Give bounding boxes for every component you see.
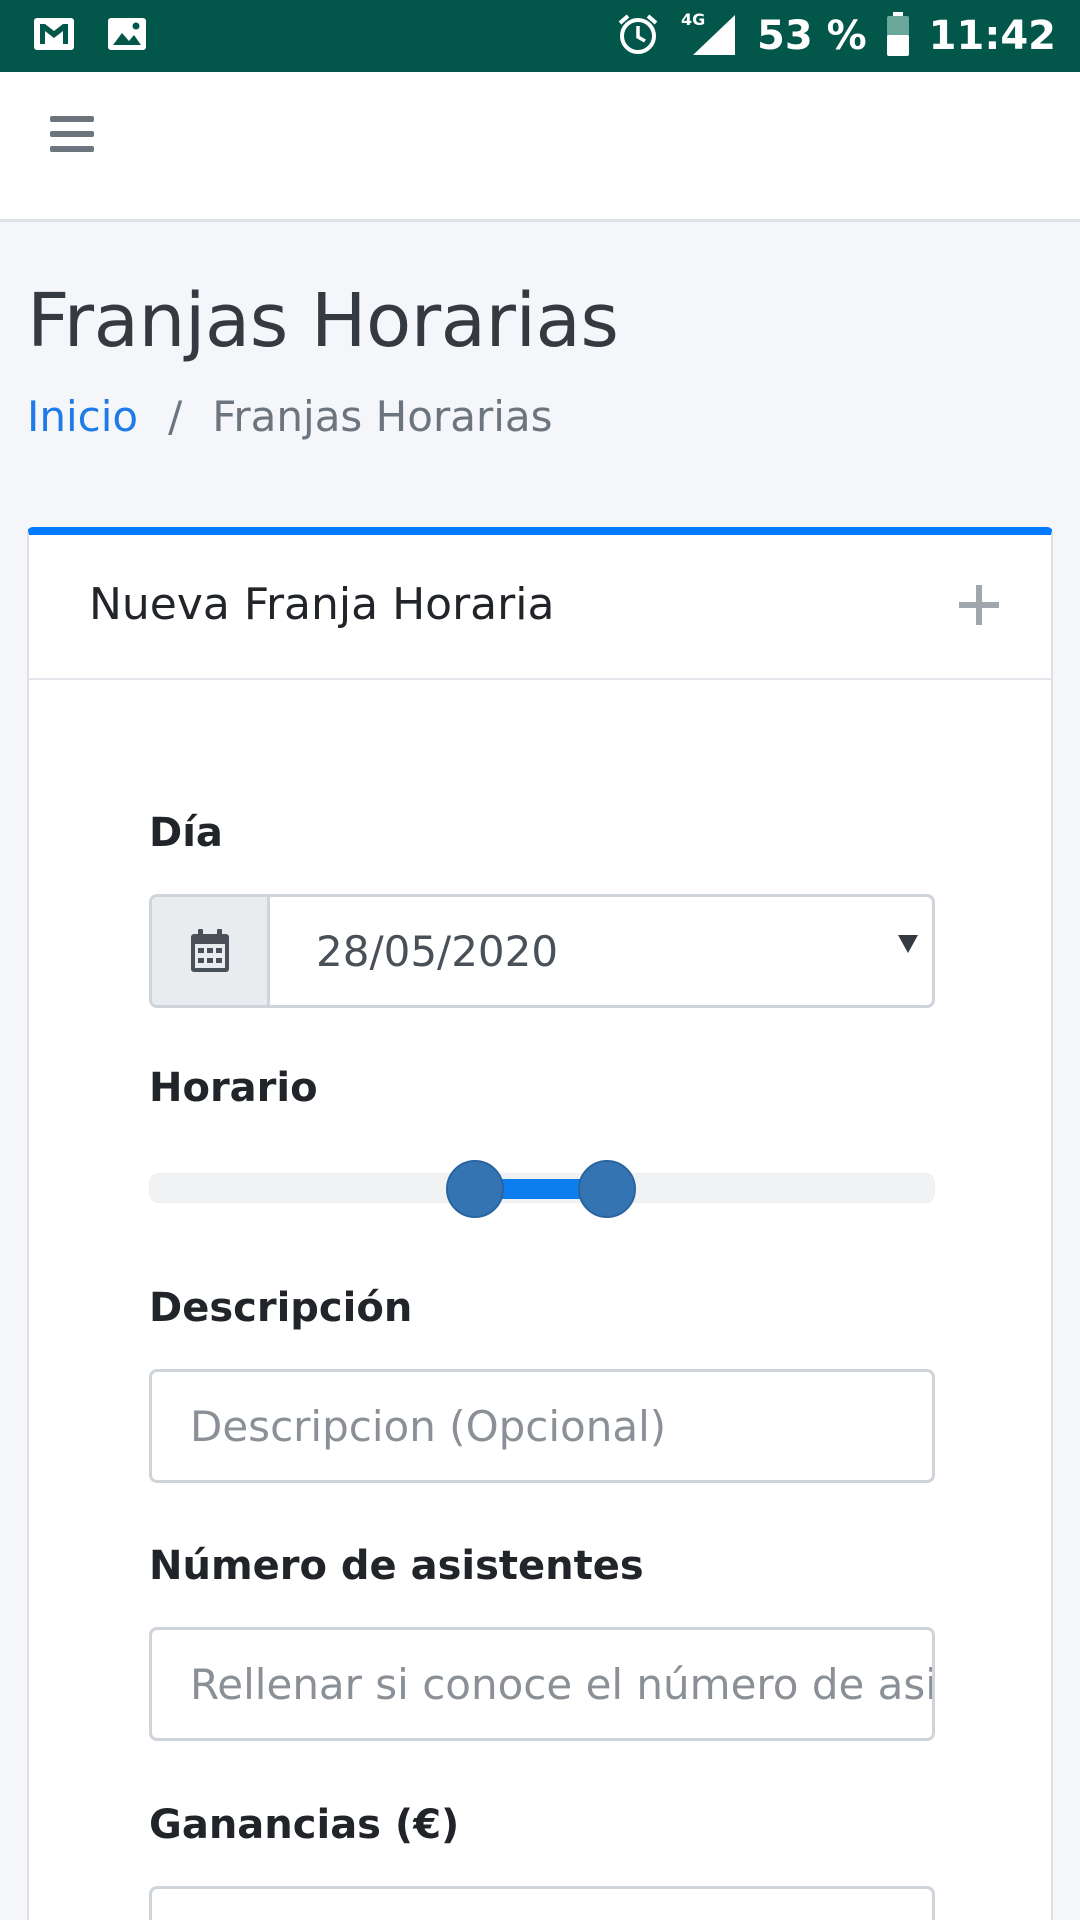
attendees-label: Número de asistentes <box>149 1543 644 1589</box>
signal-4g-icon: 4G <box>679 9 739 63</box>
description-input[interactable]: Descripcion (Opcional) <box>149 1369 935 1483</box>
description-label: Descripción <box>149 1285 413 1331</box>
earnings-input[interactable] <box>149 1886 935 1920</box>
attendees-input[interactable]: Rellenar si conoce el número de asistent… <box>149 1627 935 1741</box>
svg-text:4G: 4G <box>681 10 705 29</box>
earnings-label: Ganancias (€) <box>149 1802 460 1848</box>
status-bar-notifications <box>32 14 148 58</box>
earnings-field-group: Ganancias (€) <box>149 1802 935 1920</box>
status-bar: 4G 53 % 11:42 <box>0 0 1080 72</box>
page-title: Franjas Horarias <box>27 278 619 364</box>
gallery-icon <box>106 14 148 58</box>
card-title: Nueva Franja Horaria <box>89 579 555 630</box>
breadcrumb-home-link[interactable]: Inicio <box>27 392 138 441</box>
breadcrumb-separator: / <box>168 392 183 441</box>
day-select[interactable]: 28/05/2020 <box>270 897 932 1005</box>
schedule-field-group: Horario <box>149 1065 935 1221</box>
top-navbar <box>0 72 1080 222</box>
calendar-icon[interactable] <box>152 897 270 1005</box>
day-value: 28/05/2020 <box>316 926 559 976</box>
slider-start-handle[interactable] <box>446 1160 505 1218</box>
breadcrumb-current: Franjas Horarias <box>212 392 553 441</box>
schedule-range-slider[interactable] <box>149 1151 935 1221</box>
plus-icon[interactable] <box>959 585 999 625</box>
day-input-group: 28/05/2020 <box>149 894 935 1008</box>
hamburger-menu-icon[interactable] <box>50 116 94 156</box>
new-timeslot-card: Nueva Franja Horaria Día 28/05/2020 Hora… <box>27 527 1053 1920</box>
clock: 11:42 <box>928 13 1056 59</box>
card-header: Nueva Franja Horaria <box>29 535 1051 680</box>
status-bar-system: 4G 53 % 11:42 <box>615 0 1056 72</box>
chevron-down-icon <box>898 935 918 953</box>
slider-end-handle[interactable] <box>578 1160 637 1218</box>
schedule-label: Horario <box>149 1065 318 1111</box>
attendees-field-group: Número de asistentes Rellenar si conoce … <box>149 1543 935 1741</box>
battery-percent: 53 % <box>757 13 867 59</box>
gmail-icon <box>32 14 76 58</box>
day-field-group: Día 28/05/2020 <box>149 810 935 1008</box>
day-label: Día <box>149 810 223 856</box>
battery-icon <box>885 11 911 61</box>
alarm-icon <box>615 11 661 61</box>
description-field-group: Descripción Descripcion (Opcional) <box>149 1285 935 1483</box>
breadcrumb: Inicio / Franjas Horarias <box>27 392 553 441</box>
